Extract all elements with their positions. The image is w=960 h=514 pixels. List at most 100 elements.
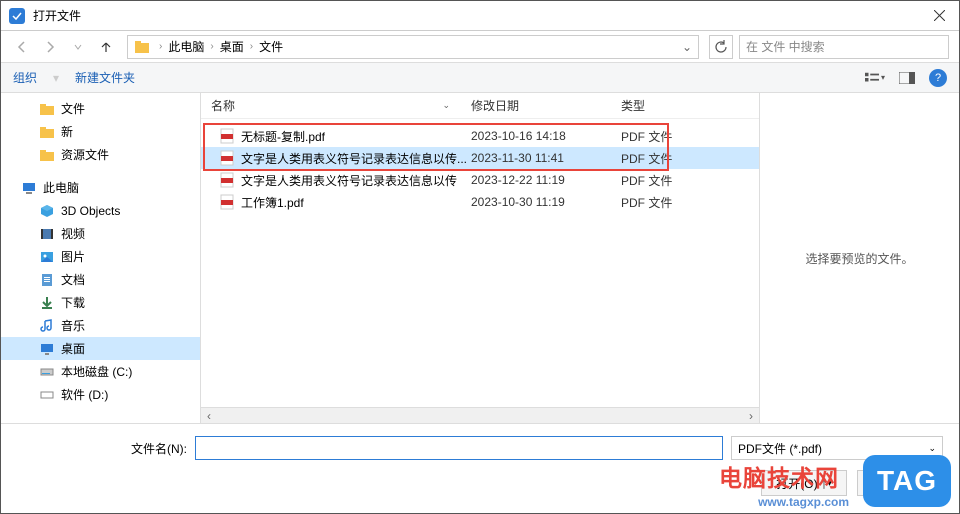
list-header: 名称 ⌄ 修改日期 类型 [201,93,759,119]
search-placeholder: 在 文件 中搜索 [746,38,825,55]
sidebar-item-disk-c[interactable]: 本地磁盘 (C:) [1,360,200,383]
breadcrumb-dropdown[interactable]: ⌄ [676,40,698,54]
organize-menu[interactable]: 组织 [13,69,37,86]
file-row[interactable]: 文字是人类用表义符号记录表达信息以传 2023-12-22 11:19 PDF … [201,169,759,191]
disk-icon [39,364,55,380]
navigation-bar: › 此电脑 › 桌面 › 文件 ⌄ 在 文件 中搜索 [1,31,959,63]
sidebar-item-label: 3D Objects [61,204,120,218]
sidebar-item-downloads[interactable]: 下载 [1,291,200,314]
documents-icon [39,272,55,288]
videos-icon [39,226,55,242]
preview-placeholder: 选择要预览的文件。 [805,250,913,267]
file-name: 无标题-复制.pdf [241,128,471,145]
folder-icon [39,101,55,117]
sidebar-item-music[interactable]: 音乐 [1,314,200,337]
file-name: 文字是人类用表义符号记录表达信息以传 [241,172,471,189]
chevron-down-icon: ⌄ [928,443,936,454]
desktop-icon [39,341,55,357]
music-icon [39,318,55,334]
crumb-thispc[interactable]: 此电脑 [165,38,207,55]
sidebar-item-pictures[interactable]: 图片 [1,245,200,268]
file-type: PDF 文件 [621,172,672,189]
file-row[interactable]: 无标题-复制.pdf 2023-10-16 14:18 PDF 文件 [201,125,759,147]
file-date: 2023-11-30 11:41 [471,151,621,165]
sidebar-item-label: 图片 [61,248,85,265]
sidebar-item-label: 本地磁盘 (C:) [61,363,132,380]
chevron-right-icon: › [247,41,256,52]
sidebar-item-label: 下载 [61,294,85,311]
file-list: 名称 ⌄ 修改日期 类型 无标题-复制.pdf 2023-10-16 14:18… [201,93,759,423]
sidebar-item-label: 资源文件 [61,146,109,163]
sidebar-item-label: 文档 [61,271,85,288]
sidebar-item-desktop[interactable]: 桌面 [1,337,200,360]
file-area: 名称 ⌄ 修改日期 类型 无标题-复制.pdf 2023-10-16 14:18… [201,93,959,423]
file-row[interactable]: 工作簿1.pdf 2023-10-30 11:19 PDF 文件 [201,191,759,213]
downloads-icon [39,295,55,311]
watermark-tag: TAG [863,455,951,507]
horizontal-scrollbar[interactable]: ‹ › [201,407,759,423]
file-name: 工作簿1.pdf [241,194,471,211]
preview-pane: 选择要预览的文件。 [759,93,959,423]
sidebar-item-new[interactable]: 新 [1,120,200,143]
pdf-icon [219,194,235,210]
sidebar-item-resources[interactable]: 资源文件 [1,143,200,166]
file-type: PDF 文件 [621,194,672,211]
pdf-icon [219,128,235,144]
sidebar-item-label: 此电脑 [43,179,79,196]
filename-label: 文件名(N): [17,440,187,457]
file-date: 2023-10-16 14:18 [471,129,621,143]
recent-dropdown[interactable] [67,36,89,58]
forward-button[interactable] [39,36,61,58]
pdf-icon [219,150,235,166]
up-button[interactable] [95,36,117,58]
new-folder-button[interactable]: 新建文件夹 [75,69,135,86]
sidebar-item-files[interactable]: 文件 [1,97,200,120]
pdf-icon [219,172,235,188]
pc-icon [21,180,37,196]
sidebar: 文件 新 资源文件 此电脑 3D Objects 视频 图片 文档 [1,93,201,423]
sidebar-item-disk-d[interactable]: 软件 (D:) [1,383,200,406]
sort-indicator-icon: ⌄ [442,100,450,111]
refresh-button[interactable] [709,35,733,59]
chevron-right-icon: › [207,41,216,52]
sidebar-item-label: 音乐 [61,317,85,334]
watermark-url: www.tagxp.com [758,495,849,509]
scroll-left-button[interactable]: ‹ [201,408,217,424]
crumb-desktop[interactable]: 桌面 [217,38,247,55]
toolbar: 组织 ▾ 新建文件夹 ▾ ? [1,63,959,93]
view-options-button[interactable]: ▾ [865,68,885,88]
file-type: PDF 文件 [621,150,672,167]
file-name: 文字是人类用表义符号记录表达信息以传... [241,150,471,167]
sidebar-item-3d[interactable]: 3D Objects [1,199,200,222]
file-type: PDF 文件 [621,128,672,145]
file-date: 2023-12-22 11:19 [471,173,621,187]
chevron-right-icon: › [156,41,165,52]
search-input[interactable]: 在 文件 中搜索 [739,35,949,59]
sidebar-item-label: 桌面 [61,340,85,357]
folder-icon [39,124,55,140]
column-name[interactable]: 名称 ⌄ [201,93,461,118]
preview-pane-button[interactable] [897,68,917,88]
folder-icon [132,37,152,57]
sidebar-item-label: 软件 (D:) [61,386,108,403]
sidebar-item-videos[interactable]: 视频 [1,222,200,245]
close-button[interactable] [919,1,959,31]
folder-icon [39,147,55,163]
column-date[interactable]: 修改日期 [461,93,611,118]
3d-objects-icon [39,203,55,219]
crumb-folder[interactable]: 文件 [256,38,286,55]
column-type[interactable]: 类型 [611,93,711,118]
sidebar-item-documents[interactable]: 文档 [1,268,200,291]
filename-input[interactable] [195,436,723,460]
help-button[interactable]: ? [929,69,947,87]
file-row[interactable]: 文字是人类用表义符号记录表达信息以传... 2023-11-30 11:41 P… [201,147,759,169]
back-button[interactable] [11,36,33,58]
file-rows: 无标题-复制.pdf 2023-10-16 14:18 PDF 文件 文字是人类… [201,119,759,219]
pictures-icon [39,249,55,265]
titlebar: 打开文件 [1,1,959,31]
breadcrumb[interactable]: › 此电脑 › 桌面 › 文件 ⌄ [127,35,699,59]
scroll-right-button[interactable]: › [743,408,759,424]
watermark-brand: 电脑技术网 [719,459,839,493]
file-type-value: PDF文件 (*.pdf) [738,440,822,457]
sidebar-item-thispc[interactable]: 此电脑 [1,176,200,199]
